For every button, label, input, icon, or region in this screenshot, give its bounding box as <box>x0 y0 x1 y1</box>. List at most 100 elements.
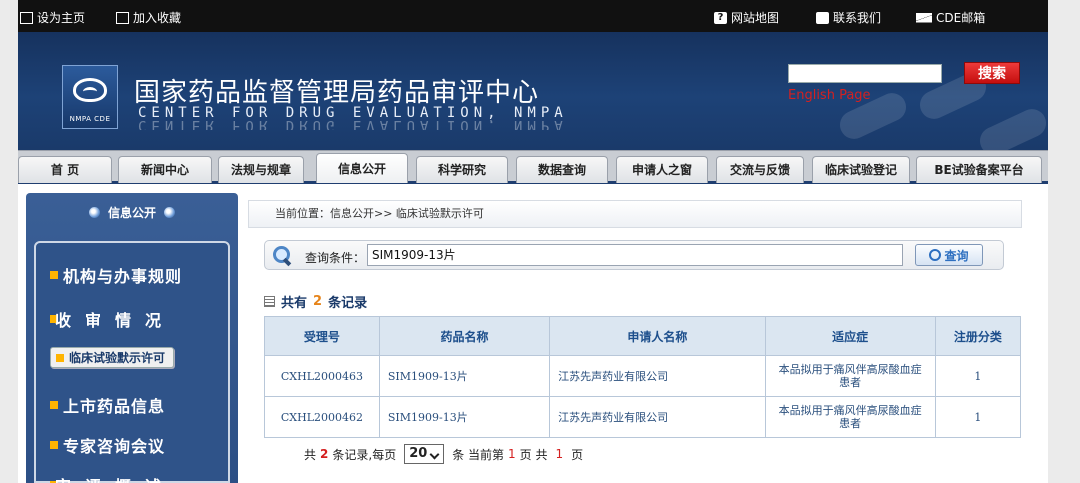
sidebar-header: 信息公开 <box>26 193 238 231</box>
bullet-icon <box>164 206 175 218</box>
add-favorite-label: 加入收藏 <box>133 11 182 25</box>
indication-cell: 本品拟用于痛风伴高尿酸血症患者 <box>764 355 936 397</box>
sidebar-item-rules[interactable]: 机构与办事规则 <box>50 263 182 287</box>
contact-link[interactable]: 联系我们 <box>816 9 881 26</box>
pager-text: 条 当前第 <box>452 447 505 462</box>
sidebar-item-expert-meeting[interactable]: 专家咨询会议 <box>50 433 165 457</box>
sidebar: 信息公开 机构与办事规则 收审情况 临床试验默示许可 上市药品信息 专家咨询会议 <box>26 193 238 483</box>
nav-tab-research[interactable]: 科学研究 <box>416 156 508 183</box>
acceptance-number-cell[interactable]: CXHL2000463 <box>264 355 380 397</box>
sitemap-label: 网站地图 <box>731 11 780 25</box>
nav-tab-data-query[interactable]: 数据查询 <box>516 156 608 183</box>
set-home-label: 设为主页 <box>37 11 86 25</box>
site-logo[interactable]: NMPA CDE <box>62 65 118 129</box>
bullet-square-icon <box>50 271 58 279</box>
sidebar-item-label: 上市药品信息 <box>63 397 166 416</box>
pager-text: 页 共 <box>519 447 548 462</box>
record-count: 共有 2 条记录 <box>264 292 367 311</box>
eye-logo-icon <box>73 78 107 102</box>
results-table: 受理号 药品名称 申请人名称 适应症 注册分类 CXHL2000463 SIM1… <box>264 316 1022 438</box>
bullet-square-icon <box>50 441 58 449</box>
site-subtitle-reflection: CENTER FOR DRUG EVALUATION, NMPA <box>138 120 568 130</box>
sidebar-item-label: 专家咨询会议 <box>63 437 166 456</box>
pagination: 共 2 条记录,每页 20 条 当前第 1 页 共 1 页 <box>304 444 583 464</box>
drug-name-cell: SIM1909-13片 <box>378 355 551 397</box>
sidebar-menu: 机构与办事规则 收审情况 临床试验默示许可 上市药品信息 专家咨询会议 审评概述 <box>34 241 230 483</box>
bullet-icon <box>88 206 100 218</box>
column-header: 受理号 <box>264 316 380 356</box>
bullet-square-icon <box>50 401 58 409</box>
sitemap-link[interactable]: ? 网站地图 <box>714 9 779 26</box>
magnifier-icon <box>273 246 293 266</box>
nav-tab-home[interactable]: 首 页 <box>18 156 112 183</box>
nav-tab-be-platform[interactable]: BE试验备案平台 <box>916 156 1042 183</box>
header-banner: NMPA CDE 国家药品监督管理局药品审评中心 CENTER FOR DRUG… <box>18 32 1048 150</box>
add-favorite-link[interactable]: 加入收藏 <box>116 9 181 26</box>
query-input[interactable]: SIM1909-13片 <box>367 244 903 266</box>
query-bar: 查询条件： SIM1909-13片 查询 <box>264 240 1004 270</box>
sidebar-item-marketed-drugs[interactable]: 上市药品信息 <box>50 393 165 417</box>
breadcrumb: 当前位置：信息公开>> 临床试验默示许可 <box>248 200 1022 228</box>
top-bar: 设为主页 加入收藏 ? 网站地图 联系我们 CDE邮箱 <box>18 0 1048 32</box>
nav-tab-info-disclosure[interactable]: 信息公开 <box>316 153 408 183</box>
count-suffix: 条记录 <box>328 296 368 311</box>
nav-tab-regulations[interactable]: 法规与规章 <box>218 156 304 183</box>
mail-link[interactable]: CDE邮箱 <box>916 9 985 26</box>
query-label: 查询条件： <box>305 251 366 265</box>
sidebar-title: 信息公开 <box>107 205 156 220</box>
mail-label: CDE邮箱 <box>936 11 986 25</box>
pager-total-pages: 1 <box>555 447 564 461</box>
mail-icon <box>116 11 129 24</box>
home-icon <box>20 11 33 24</box>
table-row[interactable]: CXHL2000463 SIM1909-13片 江苏先声药业有限公司 本品拟用于… <box>264 355 1022 397</box>
page-size-select[interactable]: 20 <box>404 444 445 464</box>
column-header: 适应症 <box>764 316 936 356</box>
bullet-square-icon <box>56 353 64 362</box>
logo-text: NMPA CDE <box>69 115 111 123</box>
site-subtitle: CENTER FOR DRUG EVALUATION, NMPA <box>138 105 568 121</box>
nav-tab-applicant[interactable]: 申请人之窗 <box>616 156 708 183</box>
query-button-label: 查询 <box>944 248 969 263</box>
english-page-link[interactable]: English Page <box>788 88 871 103</box>
column-header: 申请人名称 <box>549 316 766 356</box>
sidebar-item-label: 审评概述 <box>55 473 175 483</box>
column-header: 药品名称 <box>378 316 551 356</box>
count-prefix: 共有 <box>281 296 308 311</box>
sidebar-item-review-status[interactable]: 收审情况 <box>50 307 175 331</box>
sidebar-item-label: 收审情况 <box>55 311 176 330</box>
pager-current-page: 1 <box>508 447 516 461</box>
drug-name-cell: SIM1909-13片 <box>378 396 551 438</box>
site-title: 国家药品监督管理局药品审评中心 <box>134 78 540 108</box>
contact-label: 联系我们 <box>833 11 882 25</box>
sidebar-item-label: 临床试验默示许可 <box>69 351 166 365</box>
acceptance-number-cell[interactable]: CXHL2000462 <box>264 396 380 438</box>
query-button[interactable]: 查询 <box>915 244 983 266</box>
set-home-link[interactable]: 设为主页 <box>20 9 85 26</box>
nav-tab-clinical-registration[interactable]: 临床试验登记 <box>812 156 910 183</box>
decor-pill <box>975 104 1048 150</box>
registration-class-cell: 1 <box>934 396 1022 438</box>
help-icon: ? <box>714 11 727 24</box>
sidebar-item-clinical-trial-approval[interactable]: 临床试验默示许可 <box>50 347 175 368</box>
registration-class-cell: 1 <box>934 355 1022 397</box>
table-row[interactable]: CXHL2000462 SIM1909-13片 江苏先声药业有限公司 本品拟用于… <box>264 396 1022 438</box>
pager-text: 条记录,每页 <box>332 447 397 462</box>
main-nav: 首 页 新闻中心 法规与规章 信息公开 科学研究 数据查询 申请人之窗 交流与反… <box>18 150 1048 184</box>
pager-total-records: 2 <box>320 447 329 461</box>
count-number: 2 <box>313 294 323 309</box>
sidebar-item-review-overview[interactable]: 审评概述 <box>50 473 175 483</box>
sidebar-item-label: 机构与办事规则 <box>63 267 183 286</box>
applicant-cell: 江苏先声药业有限公司 <box>549 396 766 438</box>
table-header-row: 受理号 药品名称 申请人名称 适应症 注册分类 <box>264 316 1022 356</box>
envelope-icon <box>916 12 932 23</box>
site-search-button[interactable]: 搜索 <box>964 62 1020 84</box>
list-icon <box>264 296 275 307</box>
indication-cell: 本品拟用于痛风伴高尿酸血症患者 <box>764 396 936 438</box>
phone-icon <box>816 11 829 24</box>
search-icon <box>929 249 942 261</box>
nav-tab-news[interactable]: 新闻中心 <box>118 156 212 183</box>
nav-tab-feedback[interactable]: 交流与反馈 <box>716 156 804 183</box>
site-search-input[interactable] <box>788 64 942 83</box>
applicant-cell: 江苏先声药业有限公司 <box>549 355 766 397</box>
site-frame: 设为主页 加入收藏 ? 网站地图 联系我们 CDE邮箱 NMPA CDE 国家药… <box>18 0 1048 483</box>
